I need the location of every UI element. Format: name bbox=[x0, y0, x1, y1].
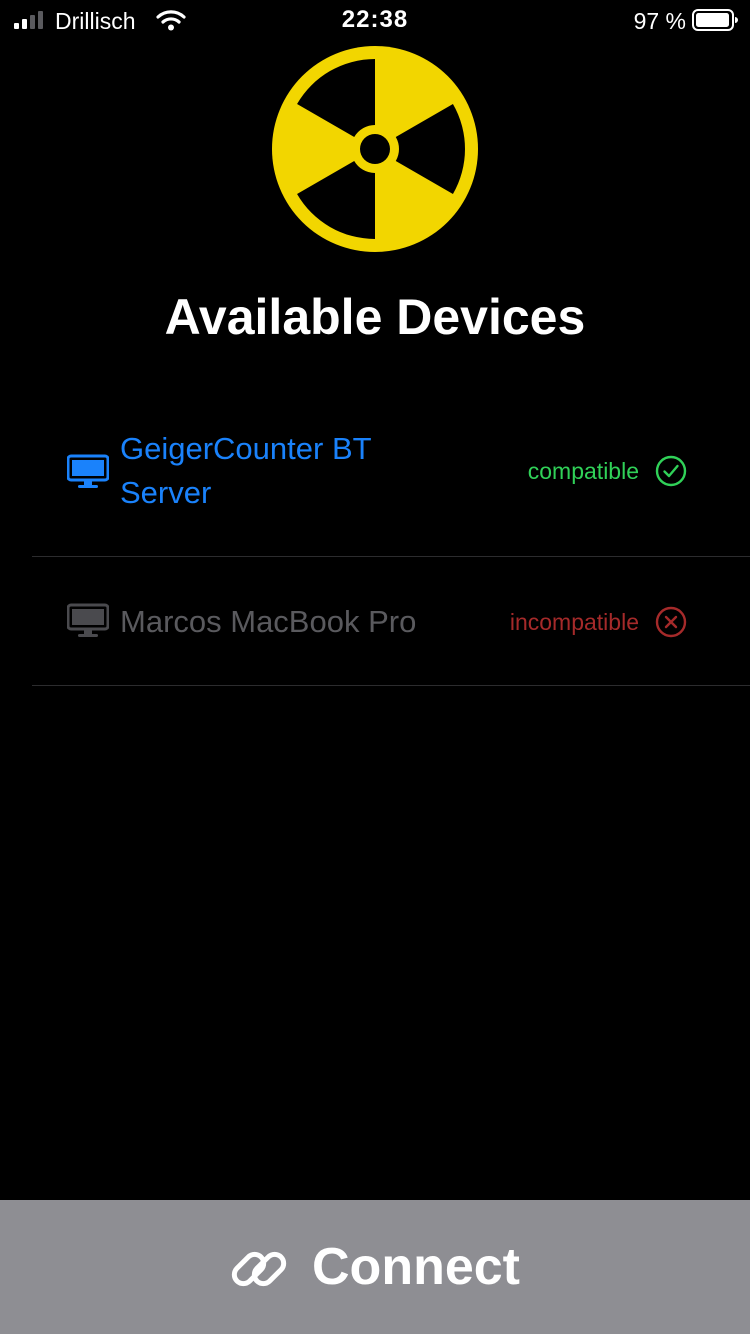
battery-percent: 97 % bbox=[633, 8, 686, 34]
connect-label: Connect bbox=[312, 1238, 520, 1296]
page-title: Available Devices bbox=[164, 289, 586, 345]
battery-icon bbox=[692, 9, 738, 31]
status-bar: Drillisch 22:38 97 % bbox=[0, 0, 750, 40]
radiation-icon bbox=[272, 46, 478, 252]
connect-button[interactable]: Connect bbox=[0, 1200, 750, 1334]
device-name: Marcos MacBook Pro bbox=[120, 604, 417, 639]
desktop-icon bbox=[67, 454, 109, 488]
device-row-geigercounter[interactable]: GeigerCounter BT Server compatible bbox=[32, 420, 750, 557]
device-status: compatible bbox=[527, 458, 639, 484]
device-status: incompatible bbox=[509, 609, 639, 635]
device-row-macbook[interactable]: Marcos MacBook Pro incompatible bbox=[32, 557, 750, 686]
xmark-circle-icon bbox=[655, 606, 687, 638]
checkmark-circle-icon bbox=[655, 455, 687, 487]
link-icon bbox=[231, 1251, 287, 1287]
device-name: GeigerCounter BT Server bbox=[120, 431, 371, 510]
desktop-icon bbox=[67, 603, 109, 637]
